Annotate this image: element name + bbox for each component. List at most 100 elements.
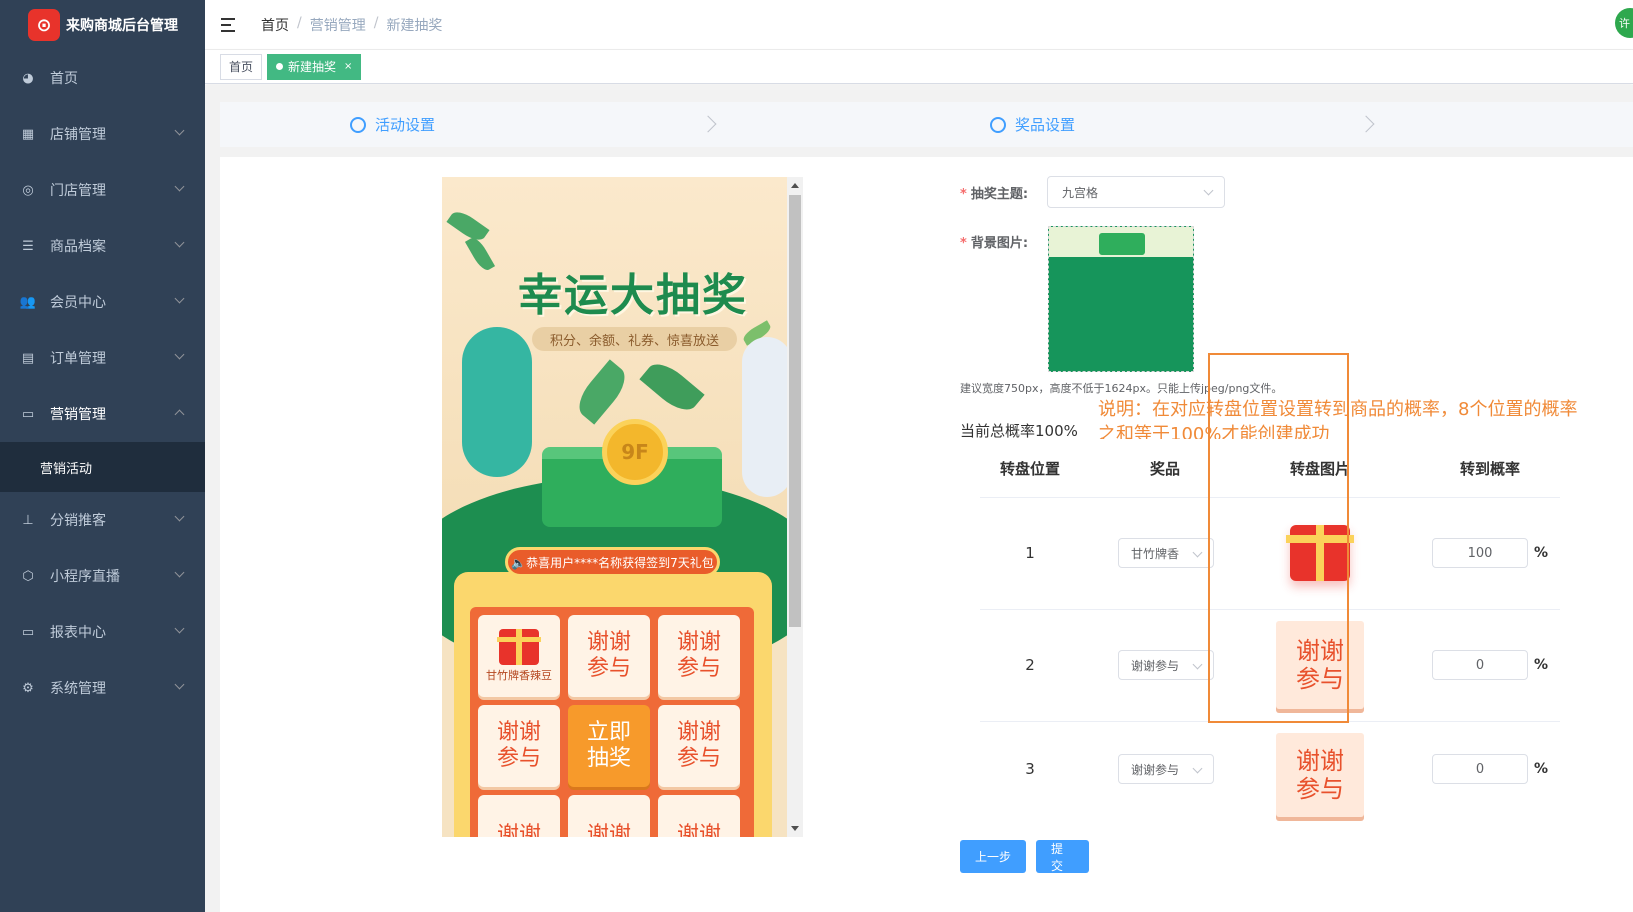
sidebar-item-goods[interactable]: ☰ 商品档案 (0, 218, 205, 274)
sidebar-item-home[interactable]: ◕ 首页 (0, 50, 205, 106)
close-icon[interactable]: × (344, 61, 352, 72)
monitor-icon: ▭ (21, 406, 35, 422)
row1-prize-select[interactable]: 甘竹牌香 (1118, 538, 1214, 568)
chevron-down-icon (1192, 763, 1203, 774)
theme-select[interactable]: 九宫格 (1047, 176, 1225, 208)
preview-subtitle: 积分、余额、礼券、惊喜放送 (532, 327, 737, 351)
steps: 活动设置 奖品设置 (220, 102, 1633, 147)
chevron-down-icon (174, 623, 185, 634)
breadcrumb-home[interactable]: 首页 (261, 15, 289, 35)
submit-button[interactable]: 提交 (1036, 840, 1089, 873)
grid-cell[interactable]: 谢谢 (478, 795, 560, 837)
chevron-down-icon (1203, 185, 1214, 196)
gear-icon: ⚙ (22, 680, 34, 696)
row3-probability-input[interactable]: 0 (1431, 754, 1528, 784)
sidebar-subitem-marketing-activity[interactable]: 营销活动 (0, 442, 205, 492)
step-prize-settings[interactable]: 奖品设置 (880, 102, 1540, 147)
preview-scrollbar[interactable] (787, 177, 803, 837)
grid-cell[interactable]: 谢谢 (658, 795, 740, 837)
col-header-position: 转盘位置 (999, 459, 1060, 478)
sidebar: ⊙ 来购商城后台管理 ◕ 首页 ▦ 店铺管理 ◎ 门店管理 ☰ 商品档案 👥 会员中心 ▤… (0, 0, 205, 912)
sidebar-item-store[interactable]: ◎ 门店管理 (0, 162, 205, 218)
chevron-up-icon (174, 409, 185, 420)
sidebar-item-system[interactable]: ⚙ 系统管理 (0, 660, 205, 716)
chevron-down-icon (174, 181, 185, 192)
chevron-down-icon (174, 237, 185, 248)
dashboard-icon: ◕ (22, 70, 34, 86)
main-content: 活动设置 奖品设置 幸运大抽奖 积分、余额、礼券、惊喜放送 9F 🔈恭喜用户**… (205, 85, 1633, 912)
row1-probability-input[interactable]: 100 (1431, 538, 1528, 568)
tags-view: 首页 新建抽奖 × (205, 50, 1633, 84)
grid-cell[interactable]: 谢谢 参与 (658, 615, 740, 697)
breadcrumb-marketing: 营销管理 (309, 17, 366, 34)
theme-label: * 抽奖主题: (960, 187, 1029, 202)
row2-probability-input[interactable]: 0 (1431, 650, 1528, 680)
sidebar-item-member[interactable]: 👥 会员中心 (0, 274, 205, 330)
chevron-down-icon (174, 293, 185, 304)
lottery-preview: 幸运大抽奖 积分、余额、礼券、惊喜放送 9F 🔈恭喜用户****名称获得签到7天… (442, 177, 787, 837)
draw-button[interactable]: 立即 抽奖 (568, 705, 650, 787)
chevron-down-icon (174, 511, 185, 522)
tag-new-lottery[interactable]: 新建抽奖 × (267, 53, 362, 80)
coin-icon: 9F (602, 419, 668, 485)
preview-title: 幸运大抽奖 (518, 270, 748, 321)
sidebar-item-order[interactable]: ▤ 订单管理 (0, 330, 205, 386)
sidebar-item-marketing[interactable]: ▭ 营销管理 (0, 386, 205, 442)
menu-toggle-icon[interactable] (221, 17, 239, 32)
prev-step-button[interactable]: 上一步 (960, 840, 1026, 873)
chevron-right-icon (699, 115, 717, 133)
bg-image-upload[interactable] (1048, 226, 1194, 372)
store-icon: ◎ (22, 182, 34, 198)
chevron-down-icon (1192, 547, 1203, 558)
total-probability: 当前总概率100% (960, 422, 1078, 440)
row2-prize-select[interactable]: 谢谢参与 (1118, 650, 1214, 680)
sidebar-item-report[interactable]: ▭ 报表中心 (0, 604, 205, 660)
laigo-logo-icon: ⊙ (28, 9, 60, 41)
col-header-probability: 转到概率 (1459, 459, 1520, 478)
probability-highlight-box (1208, 353, 1349, 723)
sidebar-item-shop[interactable]: ▦ 店铺管理 (0, 106, 205, 162)
grid-cell[interactable]: 谢谢 参与 (478, 705, 560, 787)
app-title: 来购商城后台管理 (66, 18, 178, 34)
avatar[interactable]: 许 (1615, 8, 1633, 38)
scroll-up-icon[interactable] (791, 183, 799, 188)
step-activity-settings[interactable]: 活动设置 (220, 102, 880, 147)
grid-cell-prize[interactable]: 甘竹牌香辣豆 (478, 615, 560, 697)
chevron-down-icon (174, 567, 185, 578)
scroll-down-icon[interactable] (791, 826, 799, 831)
grid-cell[interactable]: 谢谢 参与 (568, 615, 650, 697)
lottery-grid: 甘竹牌香辣豆 谢谢 参与 谢谢 参与 谢谢 参与 立即 抽奖 谢谢 参与 谢谢 谢谢 谢谢 (470, 607, 754, 837)
user-icon: 👥 (19, 294, 37, 310)
bg-image-label: * 背景图片: (960, 236, 1029, 251)
grid-icon: ▦ (21, 126, 35, 142)
breadcrumb: 首页 / 营销管理 / 新建抽奖 (261, 14, 443, 35)
row2-position: 2 (1025, 656, 1035, 674)
chevron-down-icon (174, 125, 185, 136)
row3-image: 谢谢 参与 (1276, 733, 1364, 817)
active-dot-icon (276, 63, 284, 70)
person-right-illustration (742, 337, 787, 497)
org-icon: ⊥ (22, 512, 34, 528)
grid-cell[interactable]: 谢谢 (568, 795, 650, 837)
breadcrumb-current: 新建抽奖 (386, 17, 443, 34)
sidebar-item-distribution[interactable]: ⊥ 分销推客 (0, 492, 205, 548)
list-icon: ☰ (22, 238, 34, 254)
person-left-illustration (462, 327, 532, 477)
tag-home[interactable]: 首页 (220, 53, 263, 80)
cube-icon: ⬡ (22, 568, 34, 584)
row3-position: 3 (1025, 760, 1035, 778)
chart-icon: ▭ (21, 624, 35, 640)
step-circle-icon (990, 116, 1006, 133)
chevron-right-icon (1357, 115, 1375, 133)
scrollbar-thumb[interactable] (789, 195, 801, 627)
grid-cell[interactable]: 谢谢 参与 (658, 705, 740, 787)
navbar: 首页 / 营销管理 / 新建抽奖 许 (205, 0, 1633, 50)
sidebar-item-live[interactable]: ⬡ 小程序直播 (0, 548, 205, 604)
chevron-down-icon (174, 349, 185, 360)
winner-notice: 🔈恭喜用户****名称获得签到7天礼包 (505, 547, 720, 577)
step-circle-icon (350, 116, 366, 133)
app-logo[interactable]: ⊙ 来购商城后台管理 (0, 0, 205, 50)
row3-prize-select[interactable]: 谢谢参与 (1118, 754, 1214, 784)
row1-position: 1 (1025, 544, 1035, 562)
form-panel: 幸运大抽奖 积分、余额、礼券、惊喜放送 9F 🔈恭喜用户****名称获得签到7天… (220, 157, 1633, 912)
